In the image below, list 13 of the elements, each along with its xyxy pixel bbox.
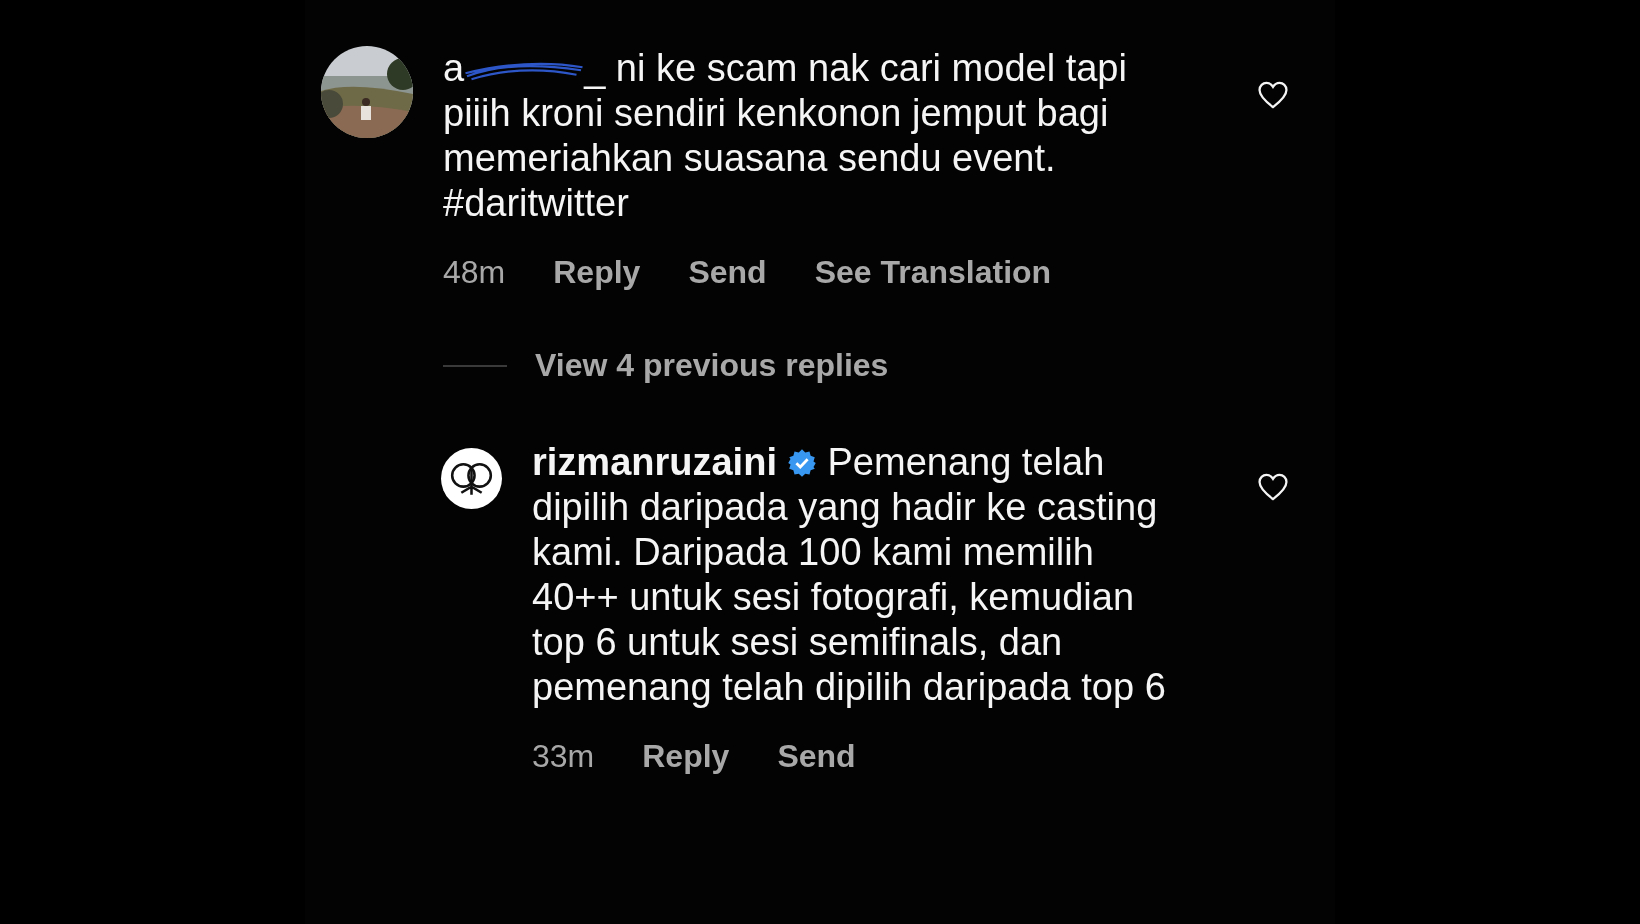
action-link[interactable]: See Translation [814, 254, 1052, 291]
username-link[interactable]: rizmanruzaini [532, 441, 777, 483]
timestamp: 33m [532, 738, 595, 775]
action-link[interactable]: Reply [553, 254, 641, 291]
action-link[interactable]: Reply [642, 738, 730, 775]
comment-text: rizmanruzaini Pemenang telah dipilih daripada yang hadir ke casting kami. Daripada 100 kami memilih 40++ untuk sesi fotografi, kemudian top 6 untuk sesi semifinals, dan pemenang telah dipilih daripada top 6 [532, 440, 1167, 710]
username-link[interactable]: a _ [443, 47, 606, 89]
view-replies-link[interactable]: View 4 previous replies [535, 347, 889, 384]
action-link[interactable]: Send [777, 738, 856, 775]
logo-avatar-icon [441, 448, 502, 509]
comment-text: a _ ni ke scam nak cari model tapi piiih kroni sendiri kenkonon jemput bagi memeriahkan suasana sendu event. #daritwitter [443, 46, 1128, 226]
action-link[interactable]: Send [688, 254, 767, 291]
timestamp: 48m [443, 254, 506, 291]
